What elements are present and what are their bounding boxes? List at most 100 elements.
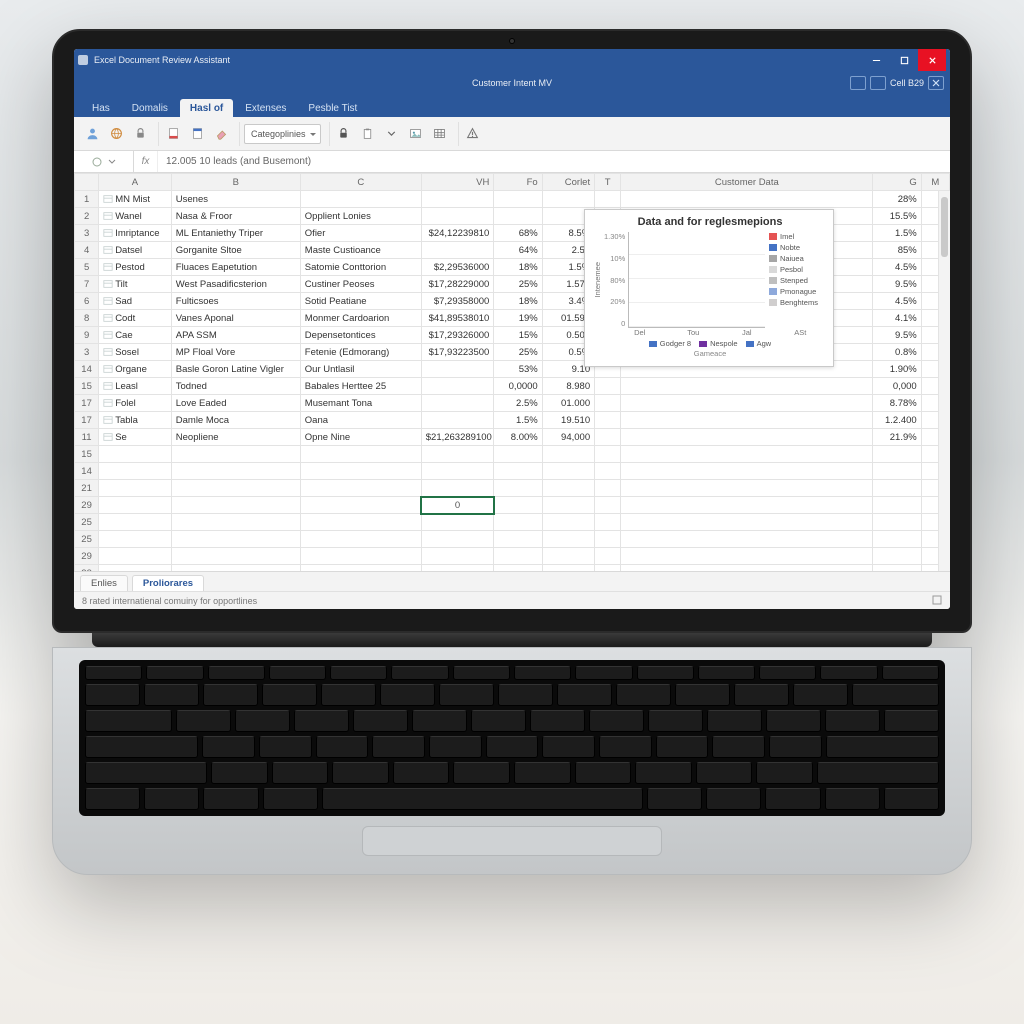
column-header[interactable]: Corlet bbox=[542, 174, 594, 191]
cell[interactable]: 85% bbox=[873, 242, 921, 259]
row-header[interactable]: 5 bbox=[75, 259, 99, 276]
view-controls[interactable] bbox=[932, 595, 942, 607]
cell[interactable]: 8.78% bbox=[873, 395, 921, 412]
cell[interactable] bbox=[873, 548, 921, 565]
cell[interactable]: Codt bbox=[99, 310, 172, 327]
column-header[interactable] bbox=[75, 174, 99, 191]
cell[interactable]: Folel bbox=[99, 395, 172, 412]
cell[interactable] bbox=[595, 565, 621, 572]
cell[interactable] bbox=[595, 463, 621, 480]
table-row[interactable]: 21 bbox=[75, 480, 950, 497]
eraser-icon[interactable] bbox=[211, 124, 231, 144]
cell[interactable] bbox=[300, 565, 421, 572]
cell[interactable] bbox=[300, 548, 421, 565]
cell[interactable] bbox=[595, 191, 621, 208]
cell[interactable] bbox=[494, 531, 542, 548]
cell[interactable] bbox=[621, 514, 873, 531]
cell[interactable]: Se bbox=[99, 429, 172, 446]
ribbon-tab[interactable]: Has bbox=[82, 99, 120, 117]
scrollbar-thumb[interactable] bbox=[941, 197, 948, 257]
row-header[interactable]: 15 bbox=[75, 446, 99, 463]
cell[interactable]: 25% bbox=[494, 344, 542, 361]
table-row[interactable]: 290 bbox=[75, 497, 950, 514]
column-header[interactable]: B bbox=[171, 174, 300, 191]
cell[interactable]: 9.5% bbox=[873, 276, 921, 293]
cell[interactable]: 1.5% bbox=[494, 412, 542, 429]
chevron-down-icon[interactable] bbox=[382, 124, 402, 144]
row-header[interactable]: 3 bbox=[75, 344, 99, 361]
cell[interactable]: Organe bbox=[99, 361, 172, 378]
cell[interactable]: 8.00% bbox=[494, 429, 542, 446]
cell[interactable]: MN Mist bbox=[99, 191, 172, 208]
cell[interactable]: 19.510 bbox=[542, 412, 594, 429]
cell[interactable]: $17,29326000 bbox=[421, 327, 494, 344]
cell[interactable] bbox=[421, 480, 494, 497]
cell[interactable] bbox=[621, 480, 873, 497]
cell[interactable] bbox=[99, 497, 172, 514]
row-header[interactable]: 8 bbox=[75, 310, 99, 327]
cell[interactable] bbox=[300, 531, 421, 548]
cell[interactable] bbox=[542, 497, 594, 514]
cell[interactable]: Pestod bbox=[99, 259, 172, 276]
table-row[interactable]: 14 bbox=[75, 463, 950, 480]
cell[interactable] bbox=[873, 480, 921, 497]
cell[interactable] bbox=[542, 480, 594, 497]
ribbon-tab[interactable]: Domalis bbox=[122, 99, 178, 117]
row-header[interactable]: 9 bbox=[75, 327, 99, 344]
cell[interactable]: Usenes bbox=[171, 191, 300, 208]
cell[interactable]: Datsel bbox=[99, 242, 172, 259]
cell[interactable]: 21.9% bbox=[873, 429, 921, 446]
cell[interactable]: $24,12239810 bbox=[421, 225, 494, 242]
cell[interactable]: Vanes Aponal bbox=[171, 310, 300, 327]
cell[interactable] bbox=[542, 514, 594, 531]
cell[interactable]: 0,0000 bbox=[494, 378, 542, 395]
cell[interactable] bbox=[99, 548, 172, 565]
cell[interactable]: Nasa & Froor bbox=[171, 208, 300, 225]
row-header[interactable]: 14 bbox=[75, 361, 99, 378]
cell[interactable] bbox=[300, 191, 421, 208]
cell[interactable]: Damle Moca bbox=[171, 412, 300, 429]
cell[interactable] bbox=[494, 514, 542, 531]
cell[interactable]: Monmer Cardoarion bbox=[300, 310, 421, 327]
cell[interactable]: Gorganite Sltoe bbox=[171, 242, 300, 259]
column-header[interactable]: VH bbox=[421, 174, 494, 191]
row-header[interactable]: 7 bbox=[75, 276, 99, 293]
row-header[interactable]: 23 bbox=[75, 565, 99, 572]
cell[interactable] bbox=[171, 446, 300, 463]
cell[interactable]: APA SSM bbox=[171, 327, 300, 344]
cell[interactable]: Ofier bbox=[300, 225, 421, 242]
column-header[interactable]: C bbox=[300, 174, 421, 191]
cell[interactable]: Opplient Lonies bbox=[300, 208, 421, 225]
column-header[interactable]: T bbox=[595, 174, 621, 191]
cell[interactable] bbox=[621, 395, 873, 412]
cell[interactable]: Sosel bbox=[99, 344, 172, 361]
table-row[interactable]: 15 bbox=[75, 446, 950, 463]
cell[interactable] bbox=[494, 548, 542, 565]
cell[interactable] bbox=[421, 395, 494, 412]
fx-icon[interactable]: fx bbox=[134, 151, 158, 172]
cell[interactable] bbox=[542, 446, 594, 463]
spreadsheet[interactable]: ABCVHFoCorletTCustomer DataGM1MN MistUse… bbox=[74, 173, 950, 571]
cell[interactable] bbox=[621, 429, 873, 446]
row-header[interactable]: 15 bbox=[75, 378, 99, 395]
cell[interactable] bbox=[595, 548, 621, 565]
cell[interactable]: ML Entaniethy Triper bbox=[171, 225, 300, 242]
page-blue-icon[interactable] bbox=[187, 124, 207, 144]
cell[interactable]: Leasl bbox=[99, 378, 172, 395]
cell[interactable] bbox=[494, 480, 542, 497]
column-header[interactable]: Customer Data bbox=[621, 174, 873, 191]
category-dropdown[interactable]: Categoplinies bbox=[244, 124, 321, 144]
cell[interactable]: Basle Goron Latine Vigler bbox=[171, 361, 300, 378]
cell[interactable]: Opne Nine bbox=[300, 429, 421, 446]
cell[interactable] bbox=[421, 548, 494, 565]
cell[interactable]: $17,28229000 bbox=[421, 276, 494, 293]
cell[interactable]: 8.980 bbox=[542, 378, 594, 395]
row-header[interactable]: 6 bbox=[75, 293, 99, 310]
cell[interactable]: 18% bbox=[494, 259, 542, 276]
cell[interactable]: 0.8% bbox=[873, 344, 921, 361]
table-row[interactable]: 1MN MistUsenes28% bbox=[75, 191, 950, 208]
cell[interactable]: West Pasadificsterion bbox=[171, 276, 300, 293]
table-row[interactable]: 25 bbox=[75, 531, 950, 548]
formula-input[interactable]: 12.005 10 leads (and Busemont) bbox=[158, 156, 950, 167]
cell[interactable] bbox=[421, 242, 494, 259]
